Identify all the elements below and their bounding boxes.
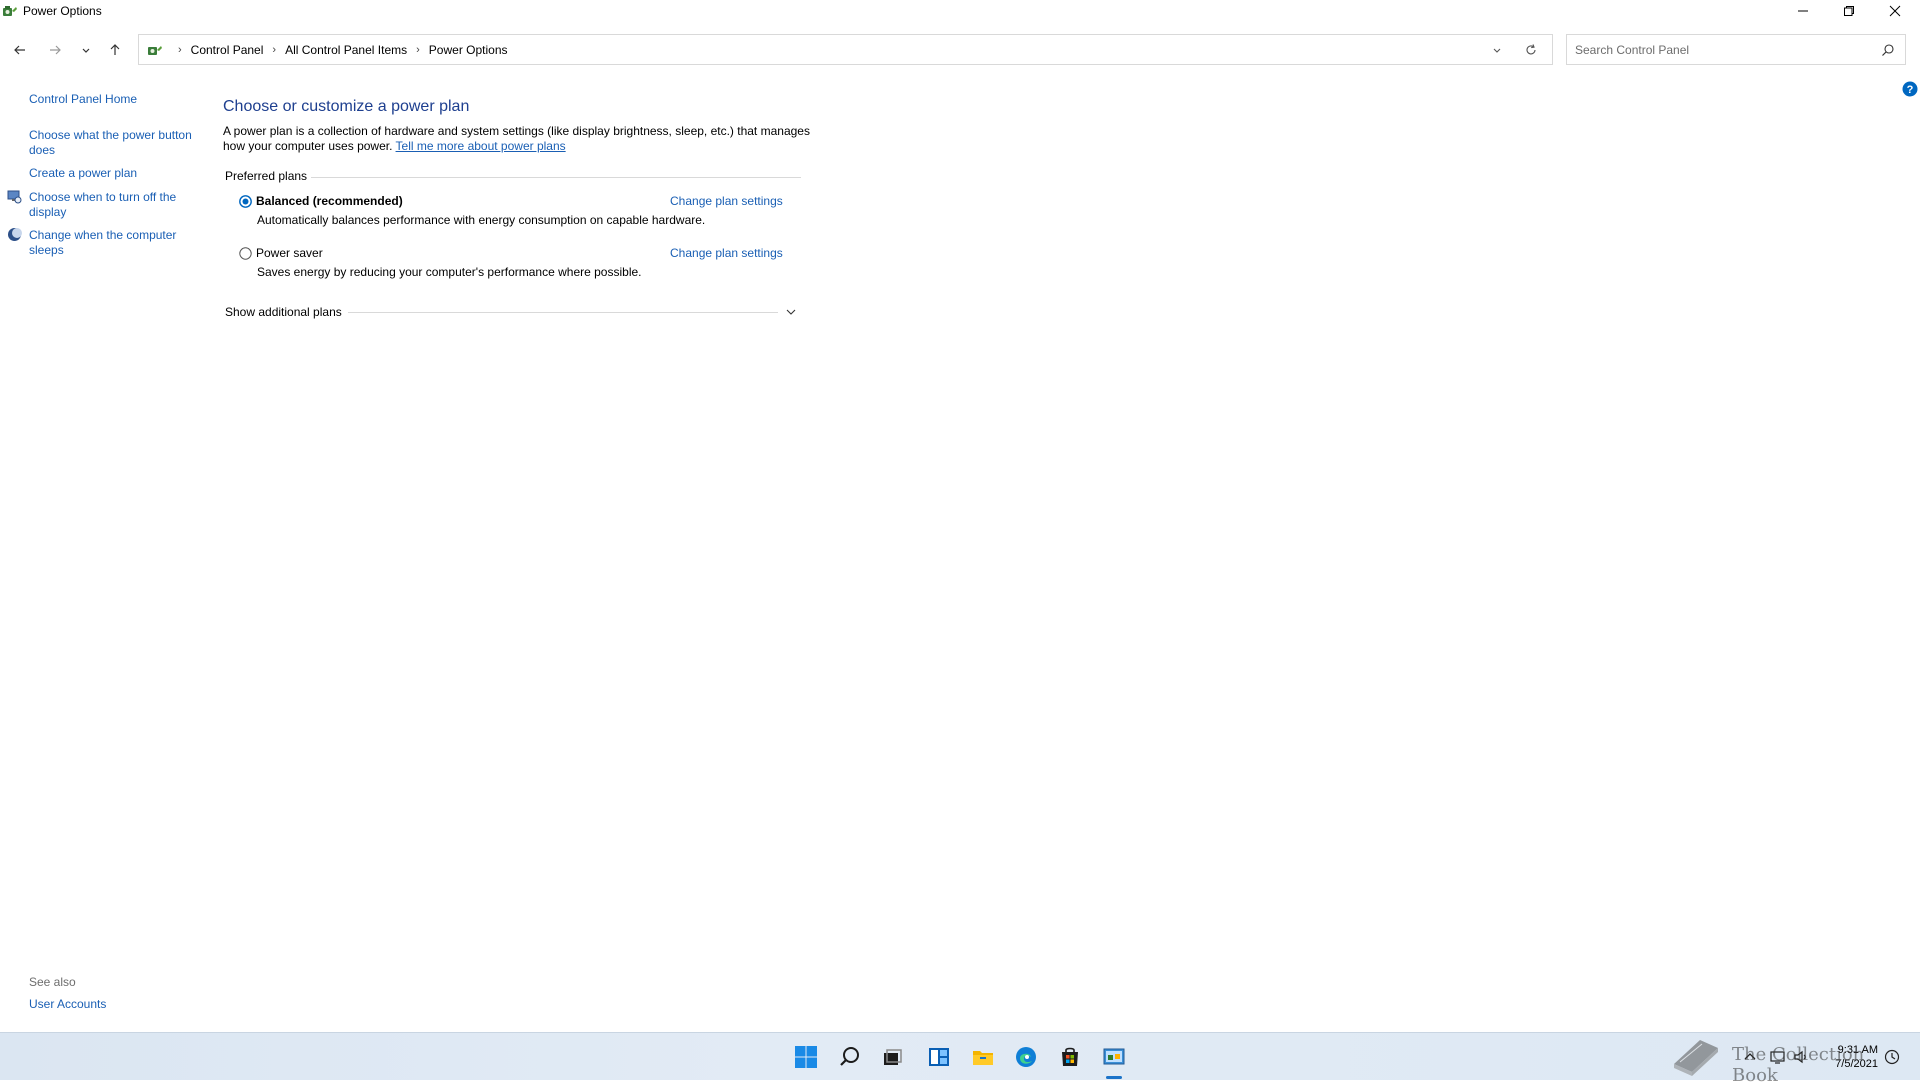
plan-power-saver-name[interactable]: Power saver [256, 246, 323, 260]
close-button[interactable] [1872, 0, 1918, 22]
file-explorer-icon[interactable] [969, 1043, 997, 1071]
active-app-indicator [1106, 1076, 1122, 1079]
plan-balanced-change-settings-link[interactable]: Change plan settings [670, 194, 783, 208]
sidebar-link-control-panel-home[interactable]: Control Panel Home [29, 92, 199, 107]
power-options-icon [3, 6, 17, 16]
breadcrumb-power-options[interactable]: Power Options [429, 43, 508, 57]
address-history-chevron-icon[interactable] [1490, 43, 1504, 57]
search-icon[interactable] [1881, 43, 1895, 57]
page-title: Choose or customize a power plan [223, 98, 470, 115]
intro-text: A power plan is a collection of hardware… [223, 124, 813, 154]
plan-balanced-name[interactable]: Balanced (recommended) [256, 194, 403, 208]
taskbar: 9:31 AM 7/5/2021 [0, 1032, 1920, 1080]
edge-icon[interactable] [1012, 1043, 1040, 1071]
sidebar-link-create-plan[interactable]: Create a power plan [29, 166, 199, 181]
expand-chevron-icon[interactable] [785, 306, 797, 318]
recent-locations-button[interactable] [76, 40, 96, 60]
chevron-right-icon[interactable]: › [416, 44, 420, 56]
widgets-icon[interactable] [925, 1043, 953, 1071]
task-view-icon[interactable] [878, 1043, 906, 1071]
plan-power-saver-radio[interactable] [239, 247, 252, 260]
up-button[interactable] [105, 40, 125, 60]
plan-balanced-radio[interactable] [239, 195, 252, 208]
book-icon [1674, 1040, 1718, 1076]
store-icon[interactable] [1056, 1043, 1084, 1071]
search-box[interactable] [1566, 34, 1906, 65]
help-icon[interactable]: ? [1902, 81, 1918, 97]
minimize-button[interactable] [1780, 0, 1826, 22]
plan-power-saver-change-settings-link[interactable]: Change plan settings [670, 246, 783, 260]
back-button[interactable] [10, 40, 30, 60]
tell-me-more-link[interactable]: Tell me more about power plans [396, 139, 566, 153]
plan-power-saver-description: Saves energy by reducing your computer's… [257, 265, 642, 279]
navigation-bar: › Control Panel › All Control Panel Item… [0, 30, 1920, 70]
section-divider [311, 177, 801, 178]
chevron-right-icon[interactable]: › [272, 44, 276, 56]
arrow-up-icon [110, 44, 120, 55]
window-title: Power Options [23, 4, 102, 18]
restore-button[interactable] [1826, 0, 1872, 22]
preferred-plans-label: Preferred plans [225, 169, 308, 183]
arrow-left-icon [14, 45, 25, 55]
breadcrumb: › Control Panel › All Control Panel Item… [147, 35, 508, 64]
display-off-icon [7, 190, 22, 204]
sidebar-link-user-accounts[interactable]: User Accounts [29, 997, 106, 1011]
plan-balanced-description: Automatically balances performance with … [257, 213, 706, 227]
svg-text:?: ? [1907, 84, 1914, 96]
minimize-icon [1798, 10, 1808, 12]
watermark: The Collection Book [1668, 1032, 1898, 1086]
search-icon[interactable] [836, 1043, 864, 1071]
chevron-right-icon[interactable]: › [178, 44, 182, 56]
sidebar-link-display-off[interactable]: Choose when to turn off the display [29, 190, 199, 220]
close-icon [1889, 5, 1901, 17]
restore-icon [1844, 6, 1854, 16]
control-panel-icon[interactable] [1100, 1043, 1128, 1071]
show-additional-plans-label[interactable]: Show additional plans [225, 305, 342, 319]
refresh-icon[interactable] [1524, 43, 1538, 57]
breadcrumb-control-panel[interactable]: Control Panel [191, 43, 264, 57]
breadcrumb-all-control-panel-items[interactable]: All Control Panel Items [285, 43, 407, 57]
arrow-right-icon [50, 45, 61, 55]
control-panel-icon [148, 45, 162, 55]
chevron-down-icon [82, 48, 90, 53]
sidebar-link-power-button[interactable]: Choose what the power button does [29, 128, 199, 158]
title-bar: Power Options [0, 0, 1920, 24]
start-icon[interactable] [792, 1043, 820, 1071]
see-also-label: See also [29, 975, 76, 989]
sleep-icon [8, 228, 22, 241]
sidebar-link-sleep[interactable]: Change when the computer sleeps [29, 228, 199, 258]
forward-button[interactable] [45, 40, 65, 60]
additional-plans-divider [348, 312, 778, 313]
search-input[interactable] [1573, 40, 1867, 60]
address-bar[interactable]: › Control Panel › All Control Panel Item… [138, 34, 1553, 65]
